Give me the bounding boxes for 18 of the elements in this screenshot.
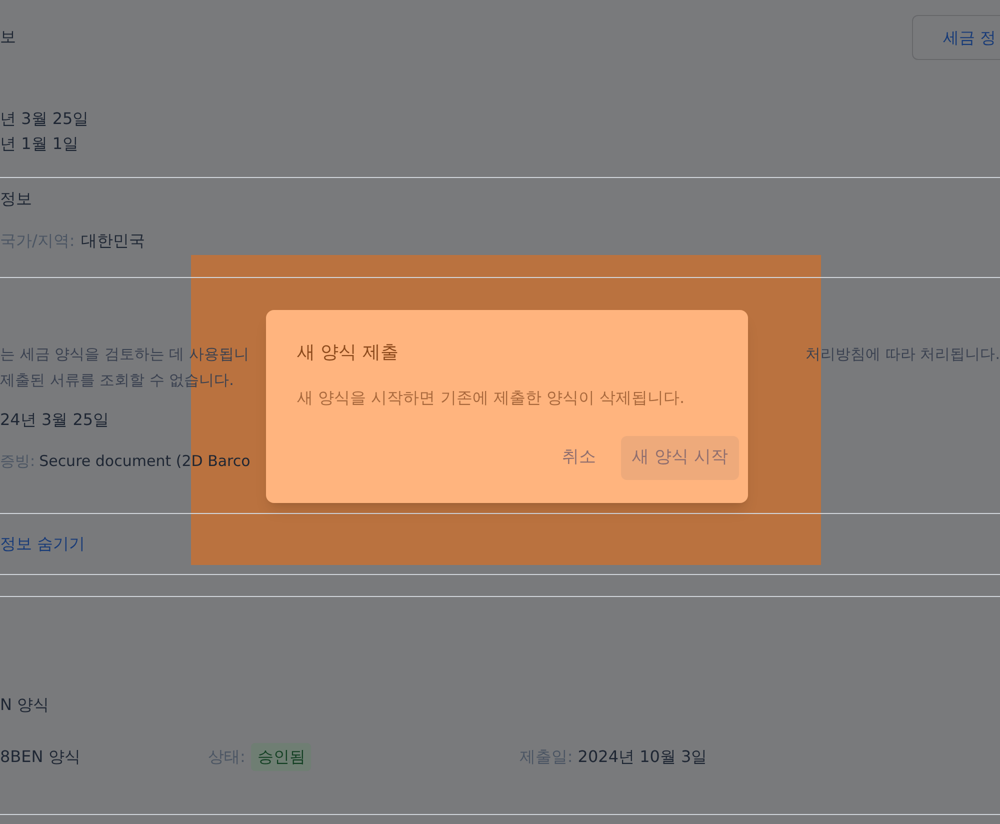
date-text: 24년 3월 25일 [0,409,110,431]
notice-text: 제출된 서류를 조회할 수 없습니다. [0,370,235,391]
hide-info-link[interactable]: 정보 숨기기 [0,532,86,556]
dialog-title: 새 양식 제출 [297,341,400,365]
date-text: 년 3월 25일 [0,108,90,130]
start-new-form-button[interactable]: 새 양식 시작 [621,436,739,480]
status-badge: 승인됨 [251,743,312,771]
date-text: 년 1월 1일 [0,133,80,155]
section-title: 정보 [0,188,33,210]
form-name: 8BEN 양식 [0,746,82,768]
section-title: 보 [0,26,16,48]
section-title: N 양식 [0,694,50,716]
notice-text: 는 세금 양식을 검토하는 데 사용됩니 [0,344,249,365]
field-value: 2024년 10월 3일 [578,746,708,768]
dialog-message: 새 양식을 시작하면 기존에 제출한 양식이 삭제됩니다. [297,387,686,409]
cancel-button[interactable]: 취소 [551,436,608,480]
field-value: 대한민국 [80,230,145,252]
tax-info-button[interactable]: 세금 정 [912,15,1000,60]
